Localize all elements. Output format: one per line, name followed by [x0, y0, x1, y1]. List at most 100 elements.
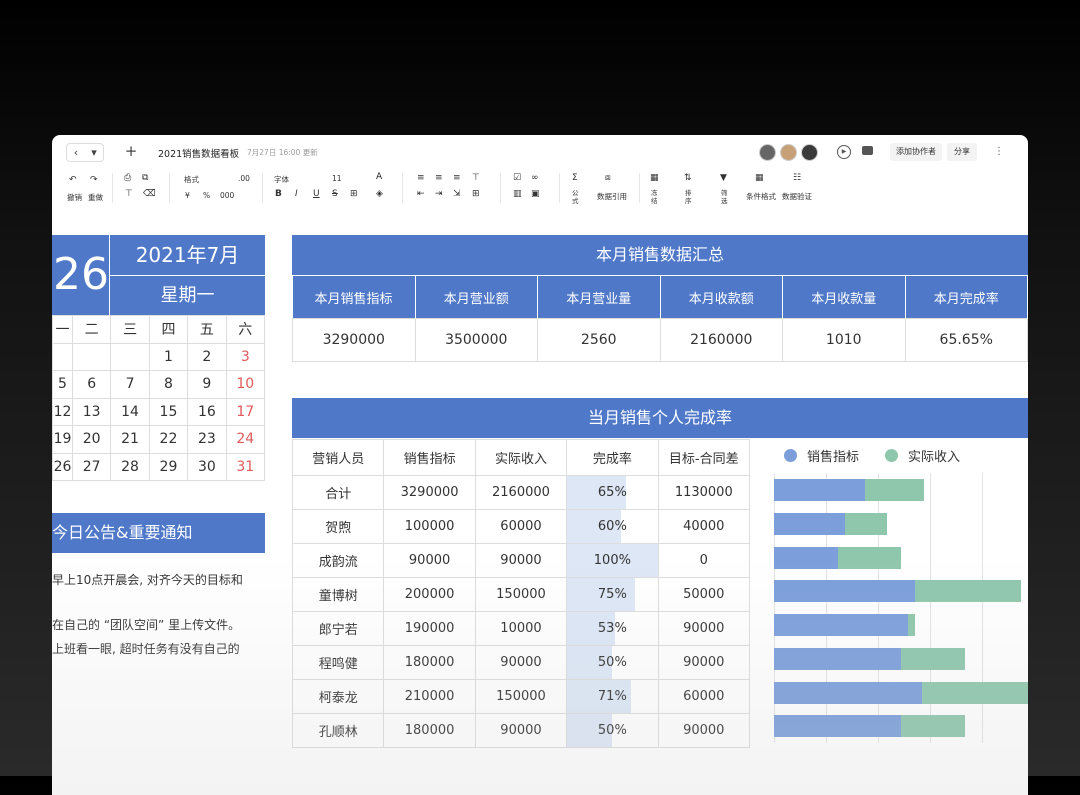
perf-gap-cell[interactable]: 90000 — [657, 611, 751, 646]
cal-cell[interactable]: 13 — [71, 397, 112, 426]
perf-target-cell[interactable]: 3290000 — [383, 475, 476, 510]
cal-cell[interactable]: 21 — [110, 425, 150, 454]
cal-cell[interactable]: 17 — [225, 397, 266, 426]
percent-button[interactable]: % — [203, 191, 210, 200]
print-icon[interactable]: ⎙ — [124, 173, 131, 183]
strikethrough-icon[interactable]: S — [332, 189, 338, 199]
indent-icon[interactable]: ⇤ — [417, 189, 425, 199]
perf-actual-cell[interactable]: 150000 — [474, 679, 568, 714]
font-color-icon[interactable]: A — [376, 172, 382, 182]
font-dropdown[interactable]: 字体 — [274, 174, 289, 185]
cal-header-cell[interactable]: 四 — [148, 315, 189, 344]
perf-target-cell[interactable]: 180000 — [383, 645, 476, 680]
cal-cell[interactable]: 19 — [52, 425, 73, 454]
fill-color-icon[interactable]: ◈ — [376, 189, 383, 199]
checkbox-icon[interactable]: ☑ — [513, 173, 521, 183]
history-dropdown-icon[interactable]: ▾ — [85, 144, 103, 161]
paste-icon[interactable]: ⧉ — [142, 173, 148, 183]
perf-header-cell[interactable]: 完成率 — [566, 439, 659, 476]
perf-name-cell[interactable]: 贺煦 — [291, 509, 385, 544]
notice-line[interactable]: 上班看一眼, 超时任务有没有自己的 — [52, 640, 240, 657]
bar-actual[interactable] — [908, 614, 916, 636]
perf-header-cell[interactable]: 销售指标 — [383, 439, 476, 476]
underline-icon[interactable]: U — [313, 189, 320, 199]
bar-actual[interactable] — [901, 715, 965, 738]
summary-header-cell[interactable]: 本月营业额 — [415, 275, 538, 319]
summary-value-cell[interactable]: 2560 — [537, 318, 661, 362]
perf-gap-cell[interactable]: 1130000 — [657, 475, 751, 510]
bar-chart[interactable] — [774, 473, 1028, 743]
notice-title[interactable]: 今日公告&重要通知 — [52, 513, 265, 553]
cal-cell[interactable] — [71, 342, 112, 371]
undo-icon[interactable]: ↶ — [69, 175, 77, 185]
cal-header-cell[interactable]: 六 — [225, 315, 266, 344]
perf-target-cell[interactable]: 180000 — [383, 713, 476, 748]
perf-name-cell[interactable]: 童博树 — [291, 577, 385, 612]
perf-rate-cell[interactable]: 50% — [566, 713, 659, 748]
align-left-icon[interactable]: ≡ — [417, 173, 425, 183]
cal-cell[interactable]: 24 — [225, 425, 266, 454]
bar-target[interactable] — [774, 479, 865, 501]
cal-cell[interactable]: 5 — [52, 370, 73, 399]
wrap-icon[interactable]: ⇥ — [435, 189, 443, 199]
summary-value-cell[interactable]: 2160000 — [659, 318, 783, 362]
perf-name-cell[interactable]: 程鸣健 — [291, 645, 385, 680]
bar-actual[interactable] — [844, 512, 887, 535]
cal-cell[interactable]: 1 — [148, 342, 189, 371]
bar-actual[interactable] — [922, 681, 1028, 704]
overflow-icon[interactable]: ⇲ — [453, 189, 461, 199]
cal-header-cell[interactable]: 二 — [71, 315, 112, 344]
clear-format-icon[interactable]: ⌫ — [143, 189, 156, 199]
data-ref-icon[interactable]: ⧈ — [605, 173, 611, 183]
perf-rate-cell[interactable]: 60% — [566, 509, 659, 544]
redo-label[interactable]: 重做 — [88, 192, 103, 203]
avatar[interactable] — [801, 144, 818, 161]
notice-line[interactable]: 在自己的 “团队空间” 里上传文件。 — [52, 616, 240, 633]
filter-label[interactable]: 筛选 — [721, 189, 729, 205]
merge-cells-icon[interactable]: ⊞ — [472, 189, 480, 199]
cal-header-cell[interactable]: 一 — [52, 315, 73, 344]
perf-header-cell[interactable]: 营销人员 — [291, 439, 385, 476]
performance-title[interactable]: 当月销售个人完成率 — [292, 398, 1028, 438]
bar-actual[interactable] — [864, 479, 924, 501]
cal-header-cell[interactable]: 三 — [110, 315, 150, 344]
bar-target[interactable] — [774, 681, 923, 704]
summary-value-cell[interactable]: 3500000 — [414, 318, 538, 362]
bar-actual[interactable] — [901, 647, 965, 670]
perf-actual-cell[interactable]: 150000 — [474, 577, 568, 612]
perf-actual-cell[interactable]: 90000 — [474, 645, 568, 680]
cal-cell[interactable]: 12 — [52, 397, 73, 426]
avatar[interactable] — [759, 144, 776, 161]
cal-cell[interactable]: 16 — [187, 397, 227, 426]
sort-label[interactable]: 排序 — [685, 189, 693, 205]
perf-gap-cell[interactable]: 40000 — [657, 509, 751, 544]
perf-gap-cell[interactable]: 60000 — [657, 679, 751, 714]
perf-target-cell[interactable]: 210000 — [383, 679, 476, 714]
thousands-button[interactable]: 000 — [220, 191, 234, 200]
sort-icon[interactable]: ⇅ — [684, 173, 692, 183]
chart-icon[interactable]: ▥ — [513, 189, 522, 199]
new-tab-button[interactable]: + — [122, 143, 140, 160]
format-dropdown[interactable]: 格式 — [184, 174, 199, 185]
document-title[interactable]: 2021销售数据看板 — [158, 146, 239, 160]
perf-name-cell[interactable]: 成韵流 — [291, 543, 385, 578]
perf-gap-cell[interactable]: 0 — [657, 543, 751, 578]
share-button[interactable]: 分享 — [947, 143, 977, 161]
perf-name-cell[interactable]: 孔顺林 — [291, 713, 385, 748]
bar-target[interactable] — [774, 580, 916, 603]
perf-header-cell[interactable]: 实际收入 — [474, 439, 568, 476]
perf-rate-cell[interactable]: 75% — [566, 577, 659, 612]
decimal-button[interactable]: .00 — [238, 174, 250, 183]
bar-target[interactable] — [774, 512, 845, 535]
bar-target[interactable] — [774, 614, 909, 636]
bold-icon[interactable]: B — [275, 189, 282, 199]
perf-target-cell[interactable]: 200000 — [383, 577, 476, 612]
perf-rate-cell[interactable]: 50% — [566, 645, 659, 680]
perf-target-cell[interactable]: 90000 — [383, 543, 476, 578]
image-icon[interactable]: ▣ — [531, 189, 540, 199]
perf-name-cell[interactable]: 柯泰龙 — [291, 679, 385, 714]
perf-rate-cell[interactable]: 100% — [566, 543, 659, 578]
perf-actual-cell[interactable]: 2160000 — [474, 475, 568, 510]
sum-icon[interactable]: Σ — [572, 173, 578, 183]
perf-rate-cell[interactable]: 71% — [566, 679, 659, 714]
